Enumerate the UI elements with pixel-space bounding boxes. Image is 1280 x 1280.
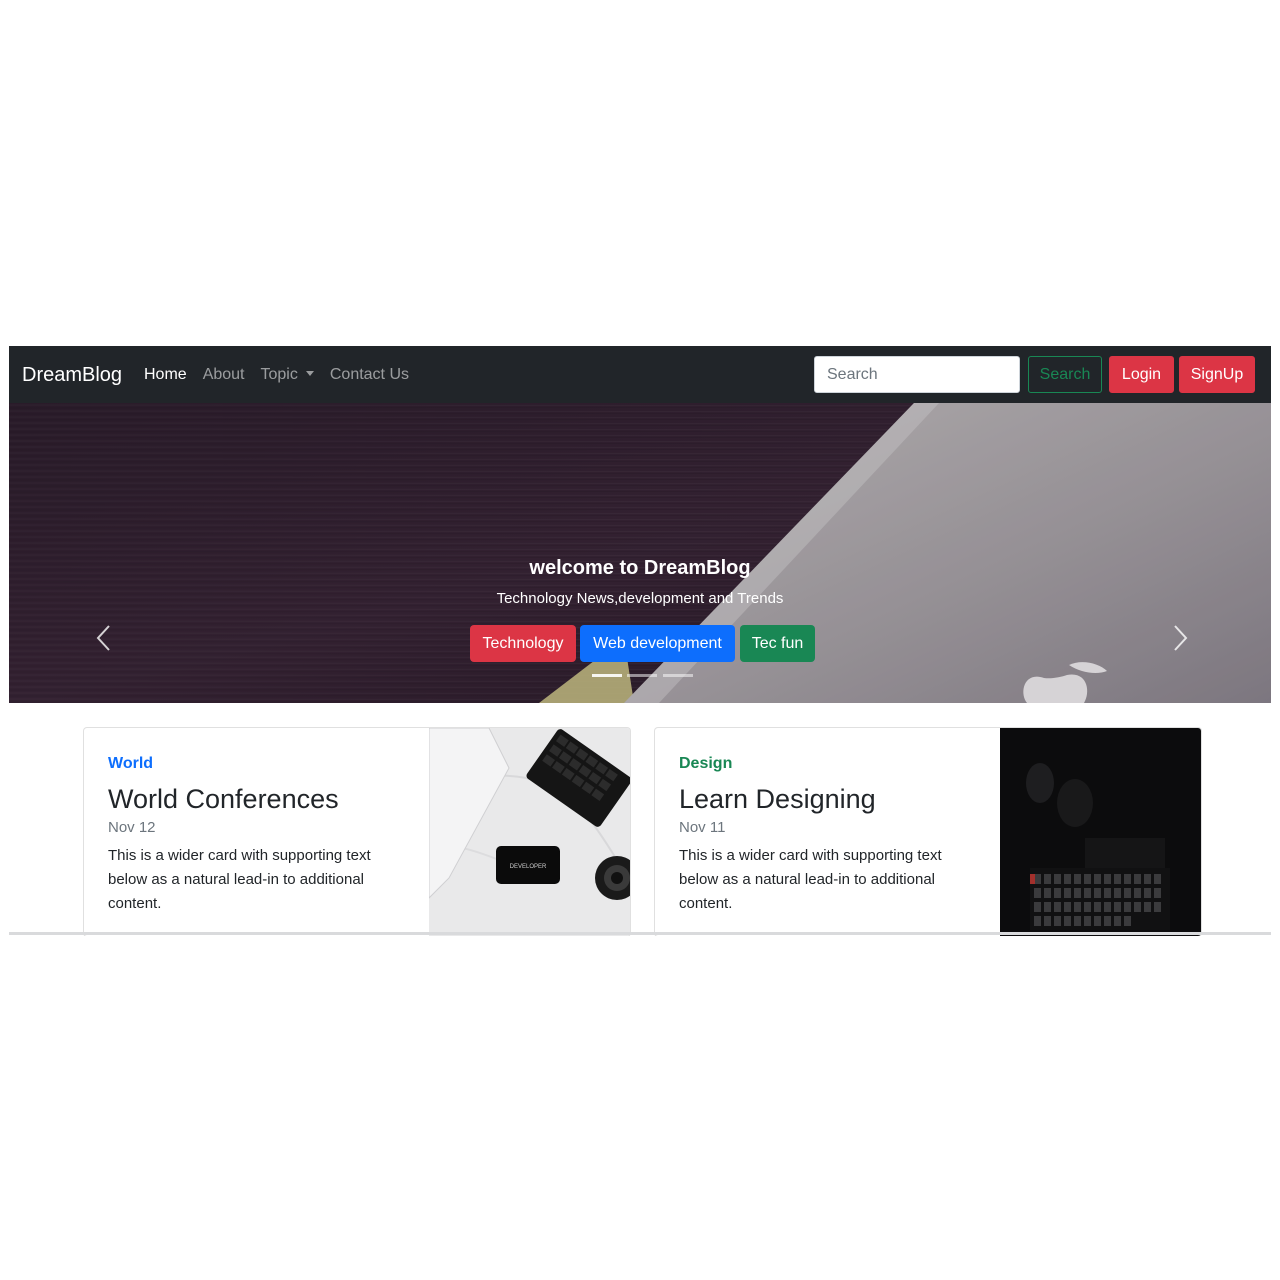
- page-frame: DreamBlog Home About Topic Contact Us Se…: [9, 346, 1271, 936]
- nav-links: Home About Topic Contact Us: [144, 365, 409, 385]
- carousel-prev-button[interactable]: [89, 618, 119, 658]
- carousel-next-button[interactable]: [1165, 618, 1195, 658]
- nav-topic-dropdown[interactable]: Topic: [261, 365, 314, 385]
- search-input[interactable]: [814, 356, 1020, 393]
- card-date: Nov 11: [679, 819, 726, 836]
- nav-about[interactable]: About: [203, 365, 245, 385]
- card-image: DEVELOPER: [429, 728, 630, 936]
- card-body: Design Learn Designing Nov 11 This is a …: [679, 754, 979, 916]
- nav-home[interactable]: Home: [144, 365, 187, 385]
- chevron-left-icon: [96, 625, 110, 651]
- card-title[interactable]: World Conferences: [108, 782, 408, 816]
- web-development-button[interactable]: Web development: [580, 625, 735, 662]
- card-category[interactable]: World: [108, 754, 408, 774]
- card-body: World World Conferences Nov 12 This is a…: [108, 754, 408, 916]
- hero-carousel: welcome to DreamBlog Technology News,dev…: [9, 403, 1271, 703]
- search-button[interactable]: Search: [1028, 356, 1102, 393]
- nav-topic-label: Topic: [260, 366, 298, 383]
- card-date: Nov 12: [108, 819, 156, 836]
- card-text: This is a wider card with supporting tex…: [679, 847, 942, 912]
- developer-label: DEVELOPER: [510, 864, 547, 870]
- card-text: This is a wider card with supporting tex…: [108, 847, 371, 912]
- chevron-right-icon: [1174, 625, 1188, 651]
- content-divider: [9, 932, 1271, 935]
- post-card[interactable]: World World Conferences Nov 12 This is a…: [83, 727, 631, 936]
- login-button[interactable]: Login: [1109, 356, 1174, 393]
- carousel-indicator-1[interactable]: [592, 674, 622, 677]
- caret-down-icon: [305, 371, 314, 376]
- brand-logo[interactable]: DreamBlog: [22, 363, 122, 387]
- carousel-indicator-3[interactable]: [663, 674, 693, 677]
- technology-button[interactable]: Technology: [470, 625, 576, 662]
- card-image: [1000, 728, 1201, 936]
- card-category[interactable]: Design: [679, 754, 979, 774]
- card-title[interactable]: Learn Designing: [679, 782, 979, 816]
- hero-title: welcome to DreamBlog: [529, 557, 751, 579]
- navbar: DreamBlog Home About Topic Contact Us Se…: [9, 346, 1271, 403]
- tec-fun-button[interactable]: Tec fun: [740, 625, 815, 662]
- nav-contact[interactable]: Contact Us: [330, 365, 409, 385]
- signup-button[interactable]: SignUp: [1179, 356, 1255, 393]
- post-card[interactable]: Design Learn Designing Nov 11 This is a …: [654, 727, 1202, 936]
- hero-subtitle: Technology News,development and Trends: [496, 590, 784, 607]
- carousel-indicator-2[interactable]: [627, 674, 657, 677]
